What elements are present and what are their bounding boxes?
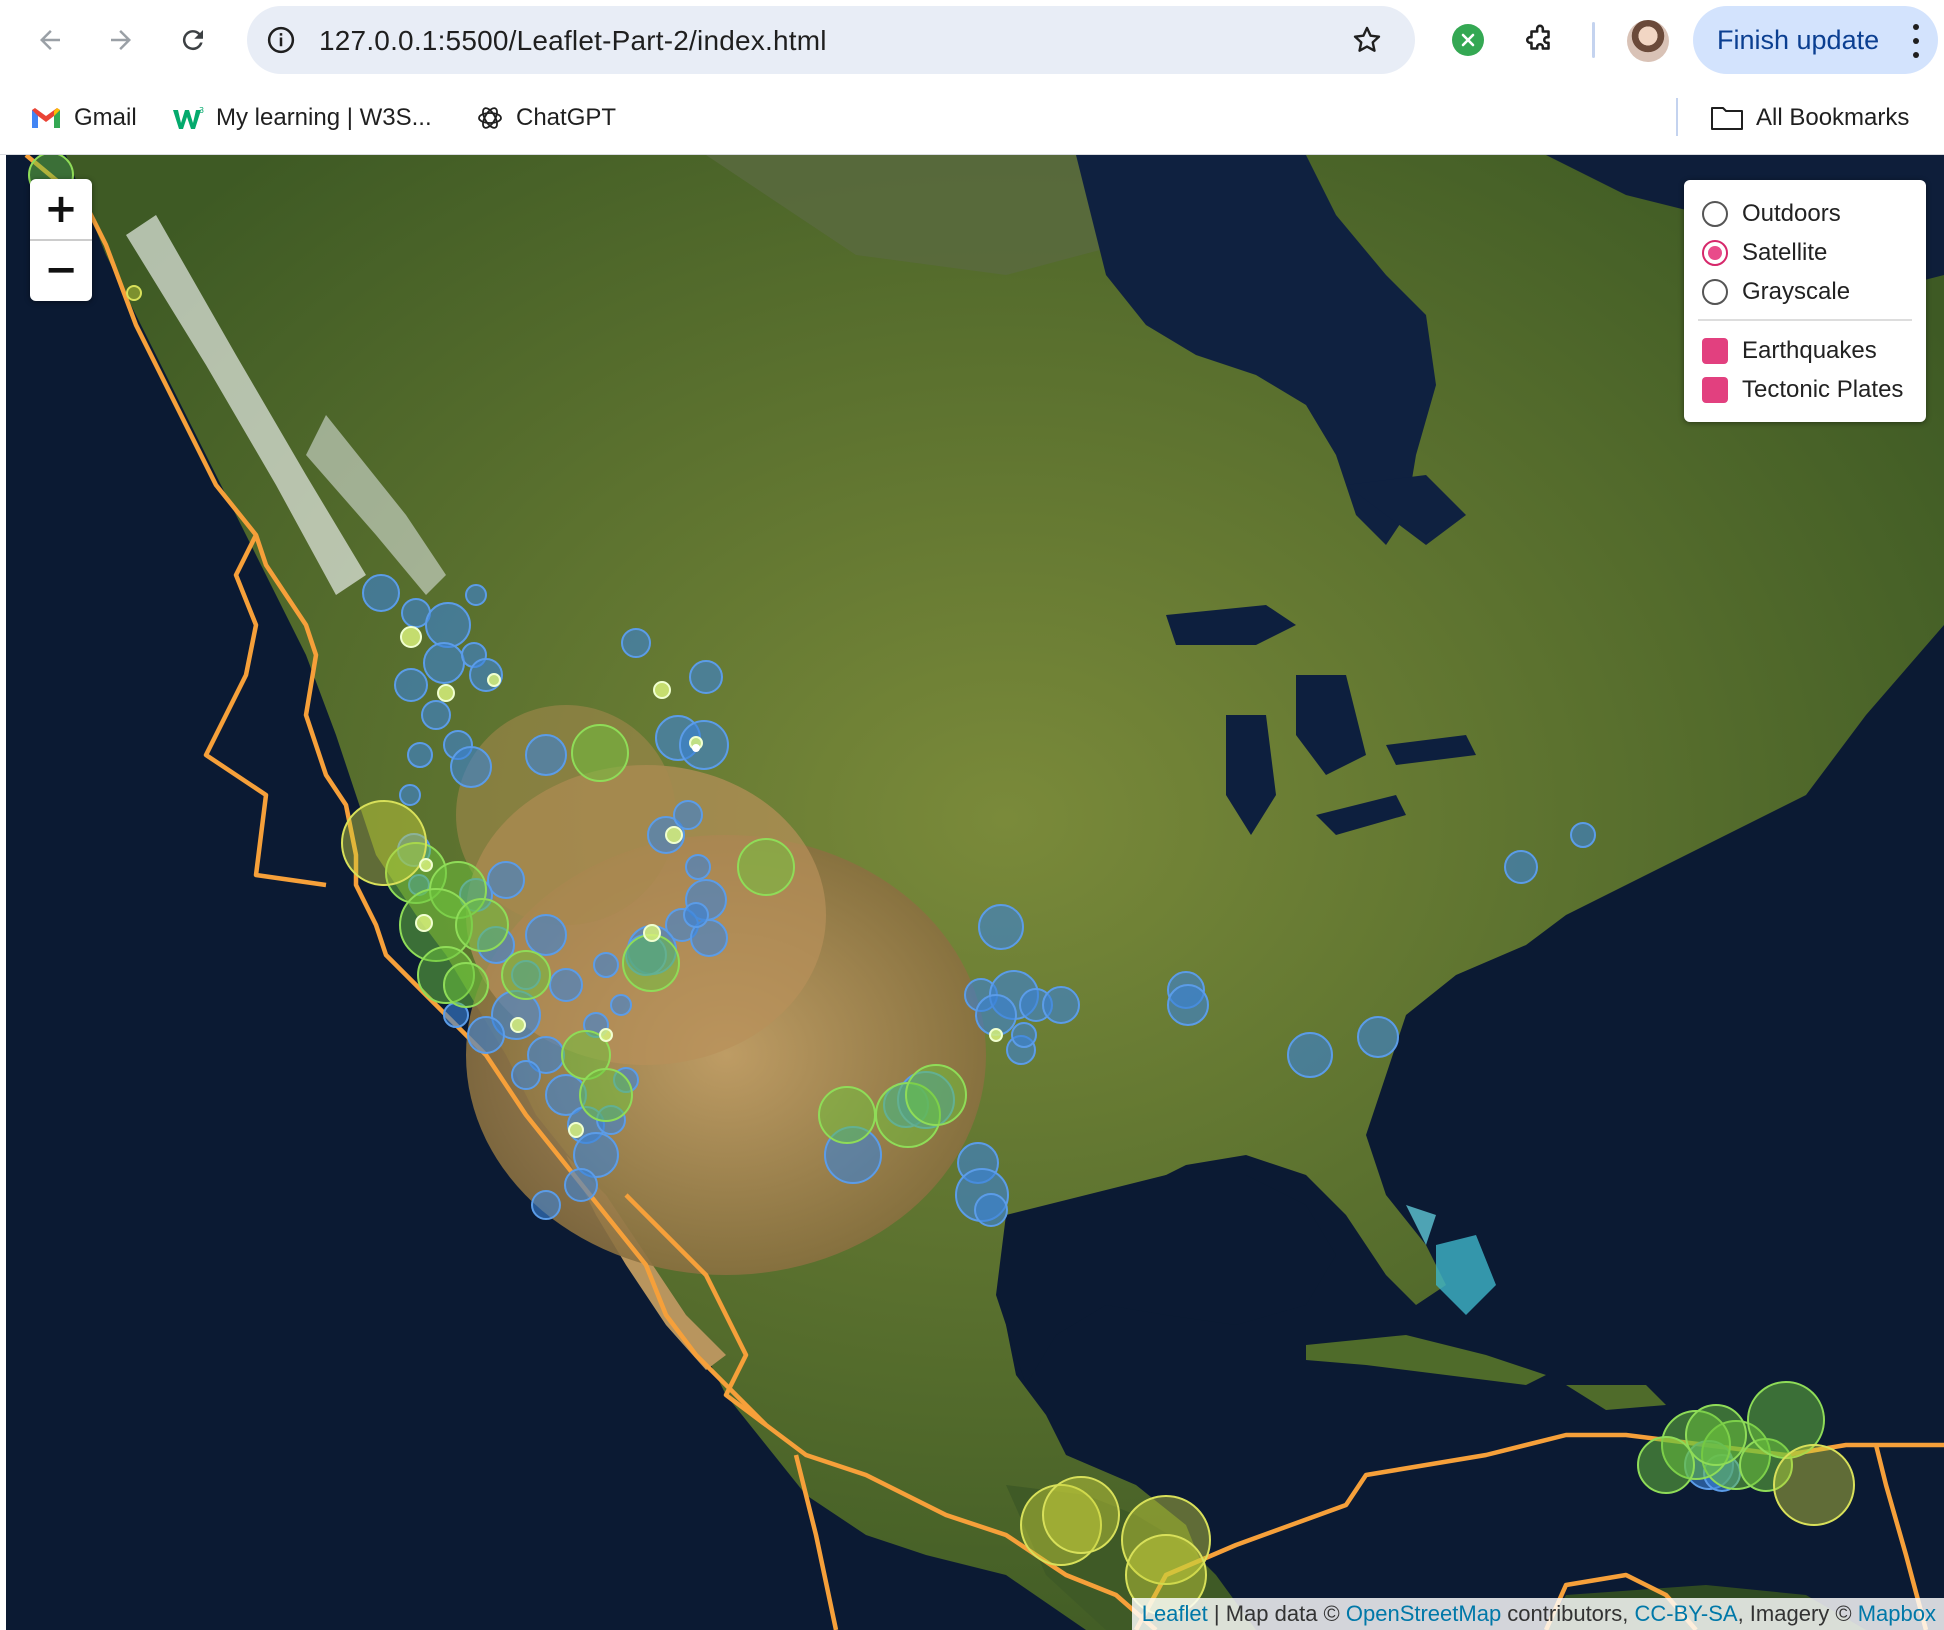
profile-avatar[interactable] bbox=[1627, 20, 1669, 62]
folder-icon bbox=[1711, 107, 1743, 130]
satellite-radio[interactable] bbox=[1702, 239, 1728, 266]
earthquake-map[interactable]: + − Outdoors Satellite Grayscale Earthqu… bbox=[6, 155, 1944, 1630]
w3schools-icon: 3 bbox=[173, 106, 204, 129]
back-button[interactable] bbox=[28, 18, 72, 62]
arrow-right-icon bbox=[111, 30, 131, 50]
bookmark-label: ChatGPT bbox=[516, 104, 617, 131]
finish-update-button[interactable]: Finish update bbox=[1693, 6, 1938, 74]
zoom-out-button[interactable]: − bbox=[30, 239, 92, 299]
layer-divider bbox=[1698, 319, 1912, 321]
base-layer-outdoors[interactable]: Outdoors bbox=[1702, 194, 1908, 233]
earthquakes-checkbox[interactable] bbox=[1686, 183, 1728, 364]
leaflet-link[interactable]: Leaflet bbox=[1142, 1601, 1208, 1626]
bookmark-chatgpt[interactable]: ChatGPT bbox=[476, 98, 616, 138]
more-menu-icon[interactable] bbox=[1912, 24, 1920, 58]
all-bookmarks-button[interactable]: All Bookmarks bbox=[1710, 98, 1909, 138]
layer-control: Outdoors Satellite Grayscale Earthquakes… bbox=[1684, 180, 1926, 422]
arrow-left-icon bbox=[40, 30, 60, 50]
url-text[interactable]: 127.0.0.1:5500/Leaflet-Part-2/index.html bbox=[319, 25, 827, 57]
bookmark-gmail[interactable]: Gmail bbox=[30, 98, 137, 138]
tectonic-plates-checkbox[interactable] bbox=[1686, 183, 1728, 403]
svg-text:3: 3 bbox=[199, 106, 204, 115]
gmail-icon bbox=[32, 108, 60, 128]
attribution-text: , Imagery © bbox=[1737, 1601, 1858, 1626]
base-layer-satellite[interactable]: Satellite bbox=[1702, 233, 1908, 272]
zoom-control: + − bbox=[30, 179, 92, 301]
reload-button[interactable] bbox=[171, 18, 215, 62]
license-link[interactable]: CC-BY-SA bbox=[1634, 1601, 1737, 1626]
chatgpt-icon bbox=[478, 107, 502, 129]
all-bookmarks-label: All Bookmarks bbox=[1756, 104, 1910, 131]
grayscale-radio[interactable] bbox=[1702, 278, 1728, 305]
checkmark-icon bbox=[1686, 183, 1702, 196]
browser-toolbar: 127.0.0.1:5500/Leaflet-Part-2/index.html… bbox=[0, 0, 1944, 80]
finish-update-label: Finish update bbox=[1717, 24, 1880, 55]
attribution-text: contributors, bbox=[1501, 1601, 1635, 1626]
osm-link[interactable]: OpenStreetMap bbox=[1346, 1601, 1501, 1626]
site-info-icon[interactable] bbox=[261, 20, 301, 60]
bookmark-label: My learning | W3S... bbox=[216, 104, 432, 131]
map-attribution: Leaflet | Map data © OpenStreetMap contr… bbox=[1131, 1598, 1944, 1630]
extension-icon[interactable] bbox=[1452, 24, 1484, 56]
bookmark-label: Gmail bbox=[74, 104, 137, 131]
layer-label: Tectonic Plates bbox=[1742, 375, 1904, 403]
reload-icon bbox=[182, 30, 203, 51]
layer-label: Outdoors bbox=[1742, 199, 1841, 227]
address-bar[interactable]: 127.0.0.1:5500/Leaflet-Part-2/index.html bbox=[247, 6, 1415, 74]
extensions-puzzle-icon[interactable] bbox=[1520, 20, 1560, 60]
toolbar-divider bbox=[1592, 22, 1595, 58]
bookmarks-divider bbox=[1676, 98, 1678, 136]
overlay-tectonic-plates[interactable]: Tectonic Plates bbox=[1686, 183, 1908, 409]
zoom-in-button[interactable]: + bbox=[30, 179, 92, 239]
layer-label: Earthquakes bbox=[1742, 336, 1877, 364]
outdoors-radio[interactable] bbox=[1702, 200, 1728, 227]
forward-button[interactable] bbox=[99, 18, 143, 62]
base-layer-grayscale[interactable]: Grayscale bbox=[1702, 272, 1908, 311]
bookmark-star-icon[interactable] bbox=[1347, 20, 1387, 60]
attribution-text: | Map data © bbox=[1207, 1601, 1346, 1626]
layer-label: Grayscale bbox=[1742, 277, 1851, 305]
map-tiles[interactable] bbox=[6, 155, 1944, 1630]
layer-label: Satellite bbox=[1742, 238, 1828, 266]
mapbox-link[interactable]: Mapbox bbox=[1858, 1601, 1936, 1626]
overlay-earthquakes[interactable]: Earthquakes bbox=[1686, 183, 1908, 370]
bookmarks-bar: Gmail 3 My learning | W3S... ChatGPT All… bbox=[0, 80, 1944, 155]
bookmark-w3schools[interactable]: 3 My learning | W3S... bbox=[172, 98, 432, 138]
